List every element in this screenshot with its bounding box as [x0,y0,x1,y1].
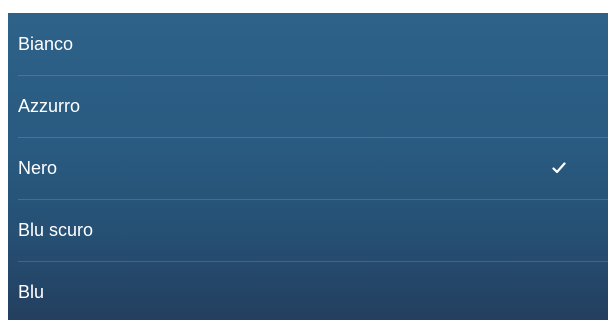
option-blu[interactable]: Blu [8,261,608,320]
option-bianco[interactable]: Bianco [8,13,608,75]
option-label: Azzurro [18,95,81,116]
color-option-list: Bianco Azzurro Nero Blu scuro Blu [8,13,608,320]
option-label: Blu [18,281,45,302]
option-label: Blu scuro [18,219,94,240]
option-blu-scuro[interactable]: Blu scuro [8,199,608,261]
option-azzurro[interactable]: Azzurro [8,75,608,137]
checkmark-icon [552,162,566,174]
option-label: Bianco [18,33,74,54]
option-label: Nero [18,157,58,178]
option-nero[interactable]: Nero [8,137,608,199]
